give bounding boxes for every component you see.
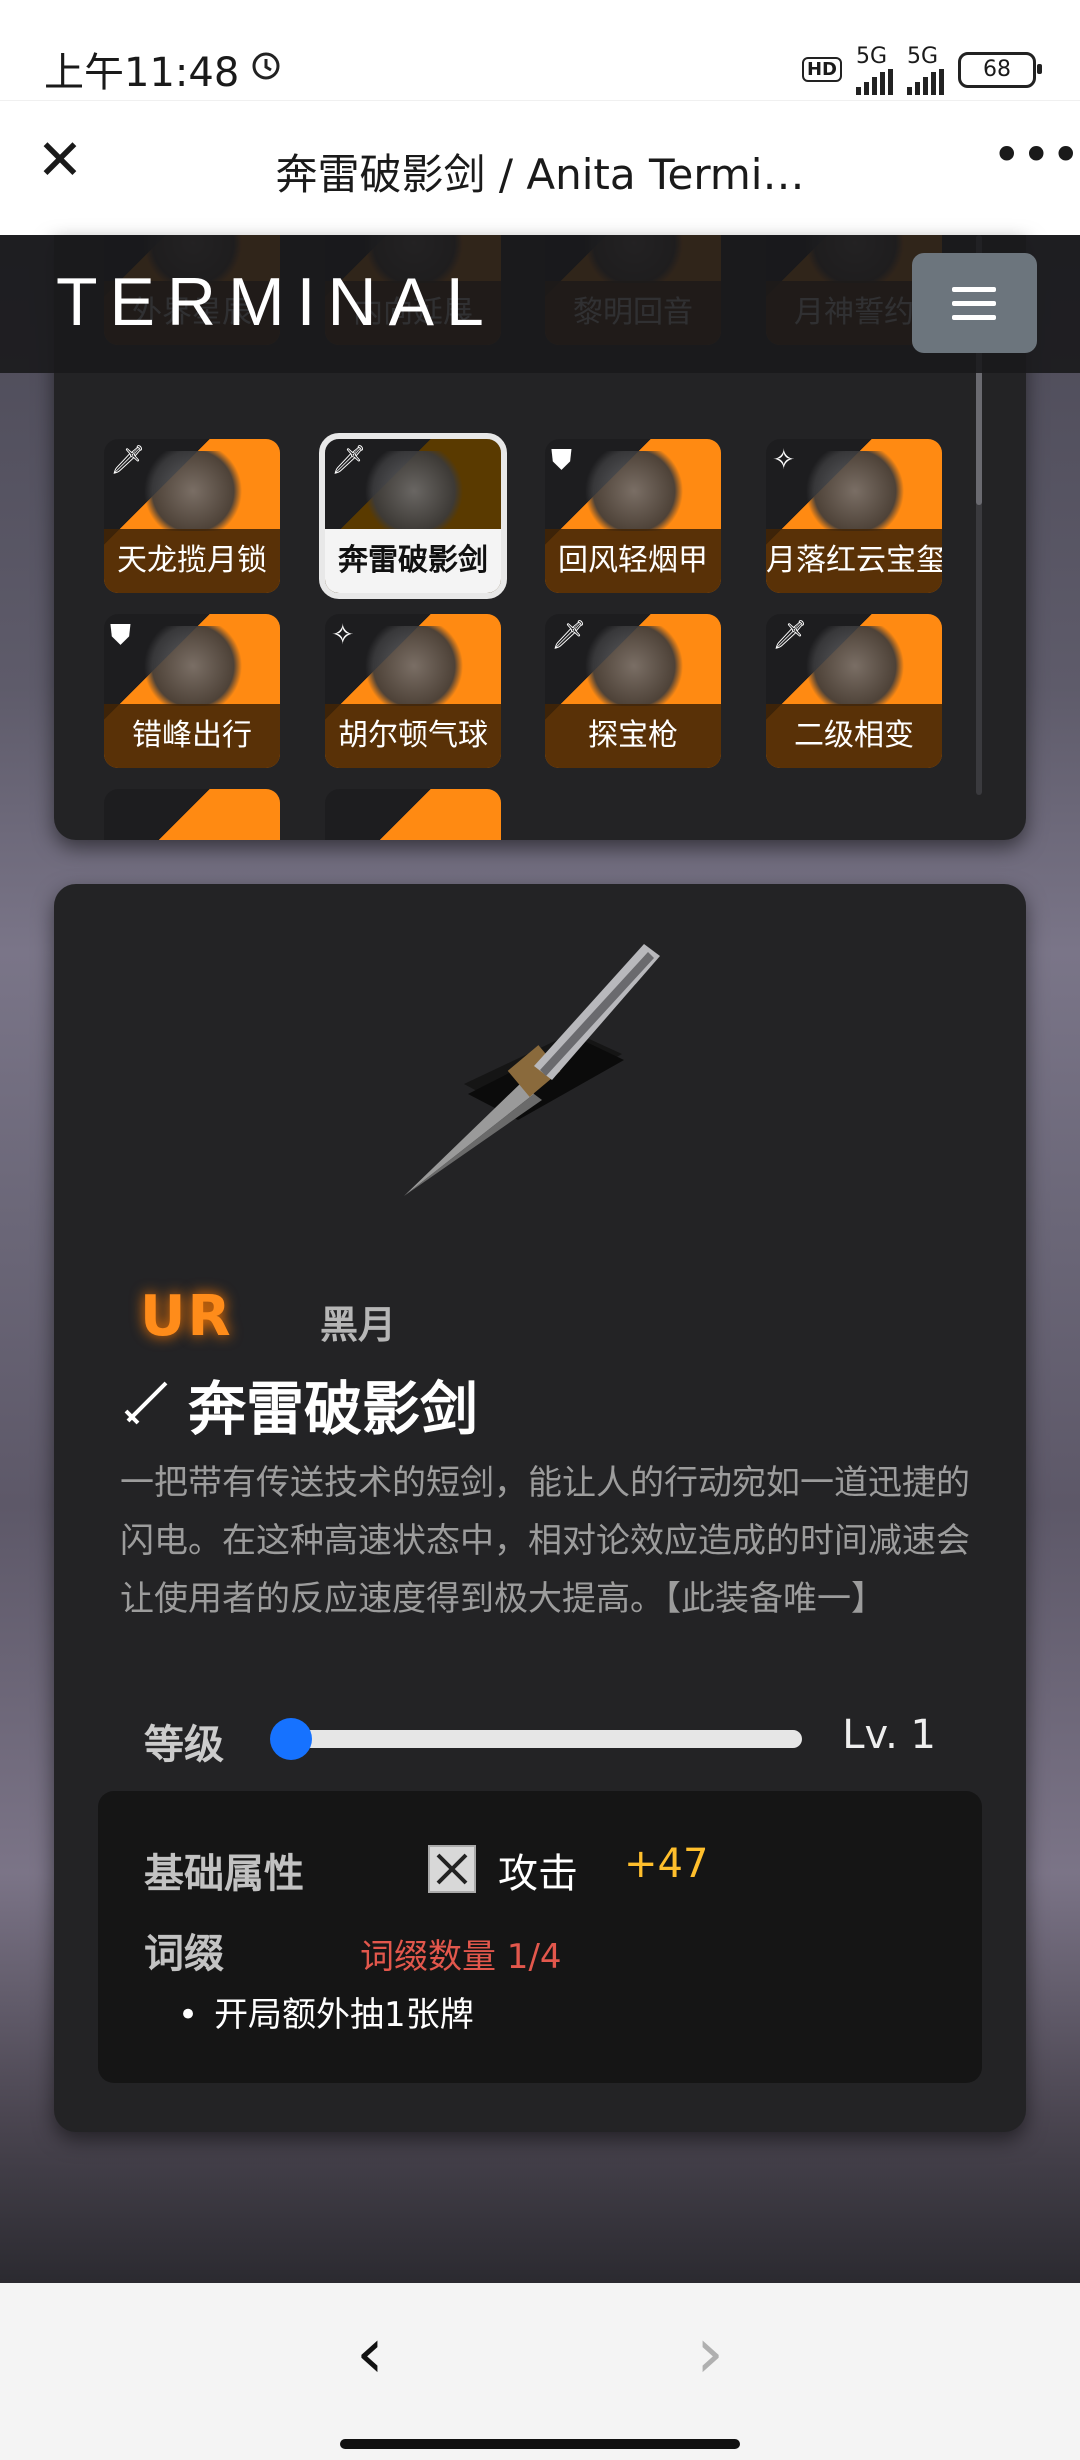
accessory-icon: ✧ <box>772 443 796 476</box>
affix-label: 词缀 <box>144 1931 224 1977</box>
grid-item[interactable]: 🗡 探宝枪 <box>545 614 721 768</box>
grid-item-label: 探宝枪 <box>545 704 721 768</box>
armor-icon: ⛊ <box>110 618 132 651</box>
grid-item[interactable]: ✧ 月落红云宝玺 <box>766 439 942 593</box>
grid-item-label: 胡尔顿气球 <box>325 704 501 768</box>
grid-item-label: 奔雷破影剑 <box>325 529 501 593</box>
affix-item: 开局额外抽1张牌 <box>178 1987 474 2036</box>
grid-item-partial[interactable] <box>325 789 501 840</box>
grid-item[interactable]: ⛊ 错峰出行 <box>104 614 280 768</box>
item-art <box>359 626 469 706</box>
grid-item-label: 二级相变 <box>766 704 942 768</box>
item-description: 一把带有传送技术的短剑，能让人的行动宛如一道迅捷的闪电。在这种高速状态中，相对论… <box>120 1463 970 1619</box>
grid-item[interactable]: 🗡 奔雷破影剑 <box>319 433 507 599</box>
item-name: 奔雷破影剑 <box>188 1375 479 1443</box>
item-art <box>800 451 910 531</box>
base-attributes-label: 基础属性 <box>144 1851 304 1897</box>
hd-icon: HD <box>801 57 842 82</box>
terminal-logo[interactable]: TERMINAL <box>56 263 496 341</box>
page-title: 奔雷破影剑 / Anita Termi… <box>275 150 805 199</box>
grid-item[interactable]: 🗡 天龙揽月锁 <box>104 439 280 593</box>
grid-item-partial[interactable] <box>104 789 280 840</box>
armor-icon: ⛊ <box>551 443 573 476</box>
browser-nav-bar: ✕ 奔雷破影剑 / Anita Termi… ••• <box>0 100 1080 236</box>
attack-label: 攻击 <box>498 1851 578 1897</box>
item-art <box>138 451 248 531</box>
close-icon[interactable]: ✕ <box>30 131 90 191</box>
site-header: TERMINAL <box>0 235 1080 373</box>
attributes-box: 基础属性 攻击 +47 词缀 词缀数量 1/4 开局额外抽1张牌 <box>98 1791 982 2083</box>
item-art <box>800 626 910 706</box>
affix-count: 词缀数量 1/4 <box>360 1937 562 1977</box>
weapon-image <box>374 924 714 1224</box>
sword-icon: 🗡 <box>772 618 808 651</box>
sword-icon: 🗡 <box>551 618 587 651</box>
item-background <box>325 789 501 840</box>
browser-bottom-bar: ‹ › <box>0 2283 1080 2460</box>
item-name-row: 奔雷破影剑 <box>120 1362 478 1446</box>
attack-icon <box>428 1845 476 1893</box>
signal-icon: 5G <box>856 44 893 95</box>
item-detail-card: UR 黑月 奔雷破影剑 一把带有传送技术的短剑，能让人的行动宛如一道迅捷的闪电。… <box>54 884 1026 2132</box>
grid-item-label: 天龙揽月锁 <box>104 529 280 593</box>
status-indicators: HD 5G 5G 68 <box>801 44 1042 95</box>
rarity-badge: UR <box>140 1284 233 1349</box>
hamburger-menu-button[interactable] <box>912 253 1037 353</box>
sword-icon: 🗡 <box>331 443 367 476</box>
alarm-icon <box>249 46 283 92</box>
level-slider-knob[interactable] <box>270 1718 312 1760</box>
battery-icon: 68 <box>958 51 1042 88</box>
level-slider[interactable] <box>280 1730 802 1748</box>
home-indicator[interactable] <box>340 2439 740 2449</box>
grid-item[interactable]: ✧ 胡尔顿气球 <box>325 614 501 768</box>
more-options-icon[interactable]: ••• <box>992 125 1080 185</box>
network-type-2: 5G <box>907 44 939 69</box>
status-bar: 上午11:48 HD 5G 5G 68 <box>0 0 1080 100</box>
forward-arrow-icon[interactable]: › <box>680 2313 740 2393</box>
grid-item[interactable]: 🗡 二级相变 <box>766 614 942 768</box>
attack-value: +47 <box>624 1841 709 1887</box>
grid-item[interactable]: ⛊ 回风轻烟甲 <box>545 439 721 593</box>
item-art <box>138 626 248 706</box>
sword-icon <box>120 1375 174 1433</box>
level-value: Lv. 1 <box>842 1712 936 1758</box>
item-art <box>359 451 469 531</box>
grid-item-label: 回风轻烟甲 <box>545 529 721 593</box>
item-art <box>579 451 689 531</box>
clock-text: 上午11:48 <box>44 50 240 96</box>
network-type: 5G <box>856 44 888 69</box>
sword-icon: 🗡 <box>110 443 146 476</box>
grid-item-label: 月落红云宝玺 <box>766 529 942 593</box>
faction-label: 黑月 <box>320 1303 397 1347</box>
grid-item-label: 错峰出行 <box>104 704 280 768</box>
accessory-icon: ✧ <box>331 618 355 651</box>
item-art <box>579 626 689 706</box>
status-time: 上午11:48 <box>44 40 283 98</box>
back-arrow-icon[interactable]: ‹ <box>340 2313 400 2393</box>
battery-level: 68 <box>983 57 1011 82</box>
signal-icon-2: 5G <box>907 44 944 95</box>
item-background <box>104 789 280 840</box>
level-label: 等级 <box>144 1722 224 1768</box>
